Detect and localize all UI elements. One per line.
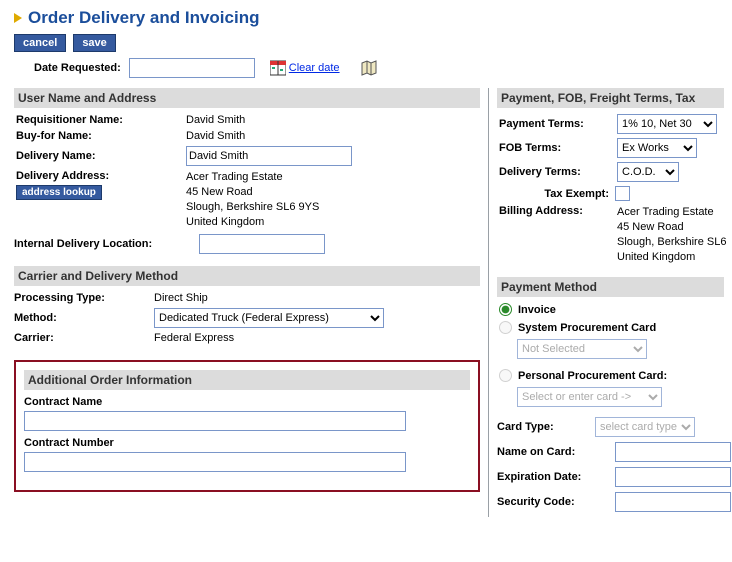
sys-pcard-select: Not Selected [517, 339, 647, 359]
page-title-row: Order Delivery and Invoicing [14, 8, 724, 28]
date-requested-row: Date Requested: Clear date [34, 58, 724, 78]
date-requested-label: Date Requested: [34, 62, 121, 74]
section-user-address: User Name and Address [14, 88, 480, 108]
fob-terms-select[interactable]: Ex Works [617, 138, 697, 158]
toolbar: cancel save [14, 34, 724, 52]
expiration-date-input [615, 467, 731, 487]
delivery-address-line2: 45 New Road [186, 186, 253, 198]
payment-terms-label: Payment Terms: [497, 118, 617, 130]
processing-type-value: Direct Ship [154, 292, 208, 304]
requisitioner-label: Requisitioner Name: [14, 114, 186, 126]
billing-address-line4: United Kingdom [617, 251, 695, 263]
date-requested-input[interactable] [129, 58, 255, 78]
method-label: Method: [14, 312, 154, 324]
contract-number-label: Contract Number [24, 437, 470, 449]
radio-sys-pcard[interactable] [499, 321, 512, 334]
tax-exempt-checkbox[interactable] [615, 186, 630, 201]
buyfor-value: David Smith [186, 130, 245, 142]
contract-name-label: Contract Name [24, 396, 470, 408]
pers-pcard-select: Select or enter card -> [517, 387, 662, 407]
column-divider [488, 88, 489, 517]
method-select[interactable]: Dedicated Truck (Federal Express) [154, 308, 384, 328]
radio-sys-pcard-label: System Procurement Card [518, 322, 656, 334]
delivery-address-line1: Acer Trading Estate [186, 171, 283, 183]
delivery-name-input[interactable] [186, 146, 352, 166]
billing-address: Acer Trading Estate 45 New Road Slough, … [617, 205, 726, 265]
triangle-icon [14, 13, 22, 23]
billing-address-label: Billing Address: [497, 205, 617, 217]
radio-invoice[interactable] [499, 303, 512, 316]
section-additional: Additional Order Information [24, 370, 470, 390]
delivery-terms-label: Delivery Terms: [497, 166, 617, 178]
tax-exempt-label: Tax Exempt: [497, 188, 615, 200]
contract-name-input[interactable] [24, 411, 406, 431]
processing-type-label: Processing Type: [14, 292, 154, 304]
carrier-label: Carrier: [14, 332, 154, 344]
name-on-card-label: Name on Card: [497, 446, 615, 458]
carrier-value: Federal Express [154, 332, 234, 344]
delivery-terms-select[interactable]: C.O.D. [617, 162, 679, 182]
contract-number-input[interactable] [24, 452, 406, 472]
delivery-name-label: Delivery Name: [14, 150, 186, 162]
delivery-address-line3: Slough, Berkshire SL6 9YS [186, 201, 319, 213]
save-button[interactable]: save [73, 34, 115, 52]
cancel-button[interactable]: cancel [14, 34, 66, 52]
payment-terms-select[interactable]: 1% 10, Net 30 [617, 114, 717, 134]
page-title: Order Delivery and Invoicing [28, 8, 259, 28]
internal-loc-label: Internal Delivery Location: [14, 238, 199, 250]
clear-date-link[interactable]: Clear date [289, 62, 340, 74]
delivery-address-line4: United Kingdom [186, 216, 264, 228]
section-payment-method: Payment Method [497, 277, 724, 297]
requisitioner-value: David Smith [186, 114, 245, 126]
address-lookup-button[interactable]: address lookup [16, 185, 102, 200]
name-on-card-input [615, 442, 731, 462]
section-payment-terms: Payment, FOB, Freight Terms, Tax [497, 88, 724, 108]
calendar-icon[interactable] [270, 60, 286, 76]
radio-invoice-label: Invoice [518, 304, 556, 316]
map-icon[interactable] [361, 60, 377, 76]
security-code-label: Security Code: [497, 496, 615, 508]
additional-info-box: Additional Order Information Contract Na… [14, 360, 480, 492]
delivery-address-label: Delivery Address: [16, 170, 109, 182]
billing-address-line1: Acer Trading Estate [617, 206, 714, 218]
card-type-label: Card Type: [497, 421, 595, 433]
radio-pers-pcard[interactable] [499, 369, 512, 382]
security-code-input [615, 492, 731, 512]
section-carrier: Carrier and Delivery Method [14, 266, 480, 286]
internal-loc-input[interactable] [199, 234, 325, 254]
expiration-date-label: Expiration Date: [497, 471, 615, 483]
delivery-address: Acer Trading Estate 45 New Road Slough, … [186, 170, 319, 230]
radio-pers-pcard-label: Personal Procurement Card: [518, 370, 667, 382]
billing-address-line3: Slough, Berkshire SL6 [617, 236, 726, 248]
card-type-select: select card type [595, 417, 695, 437]
fob-terms-label: FOB Terms: [497, 142, 617, 154]
buyfor-label: Buy-for Name: [14, 130, 186, 142]
billing-address-line2: 45 New Road [617, 221, 684, 233]
